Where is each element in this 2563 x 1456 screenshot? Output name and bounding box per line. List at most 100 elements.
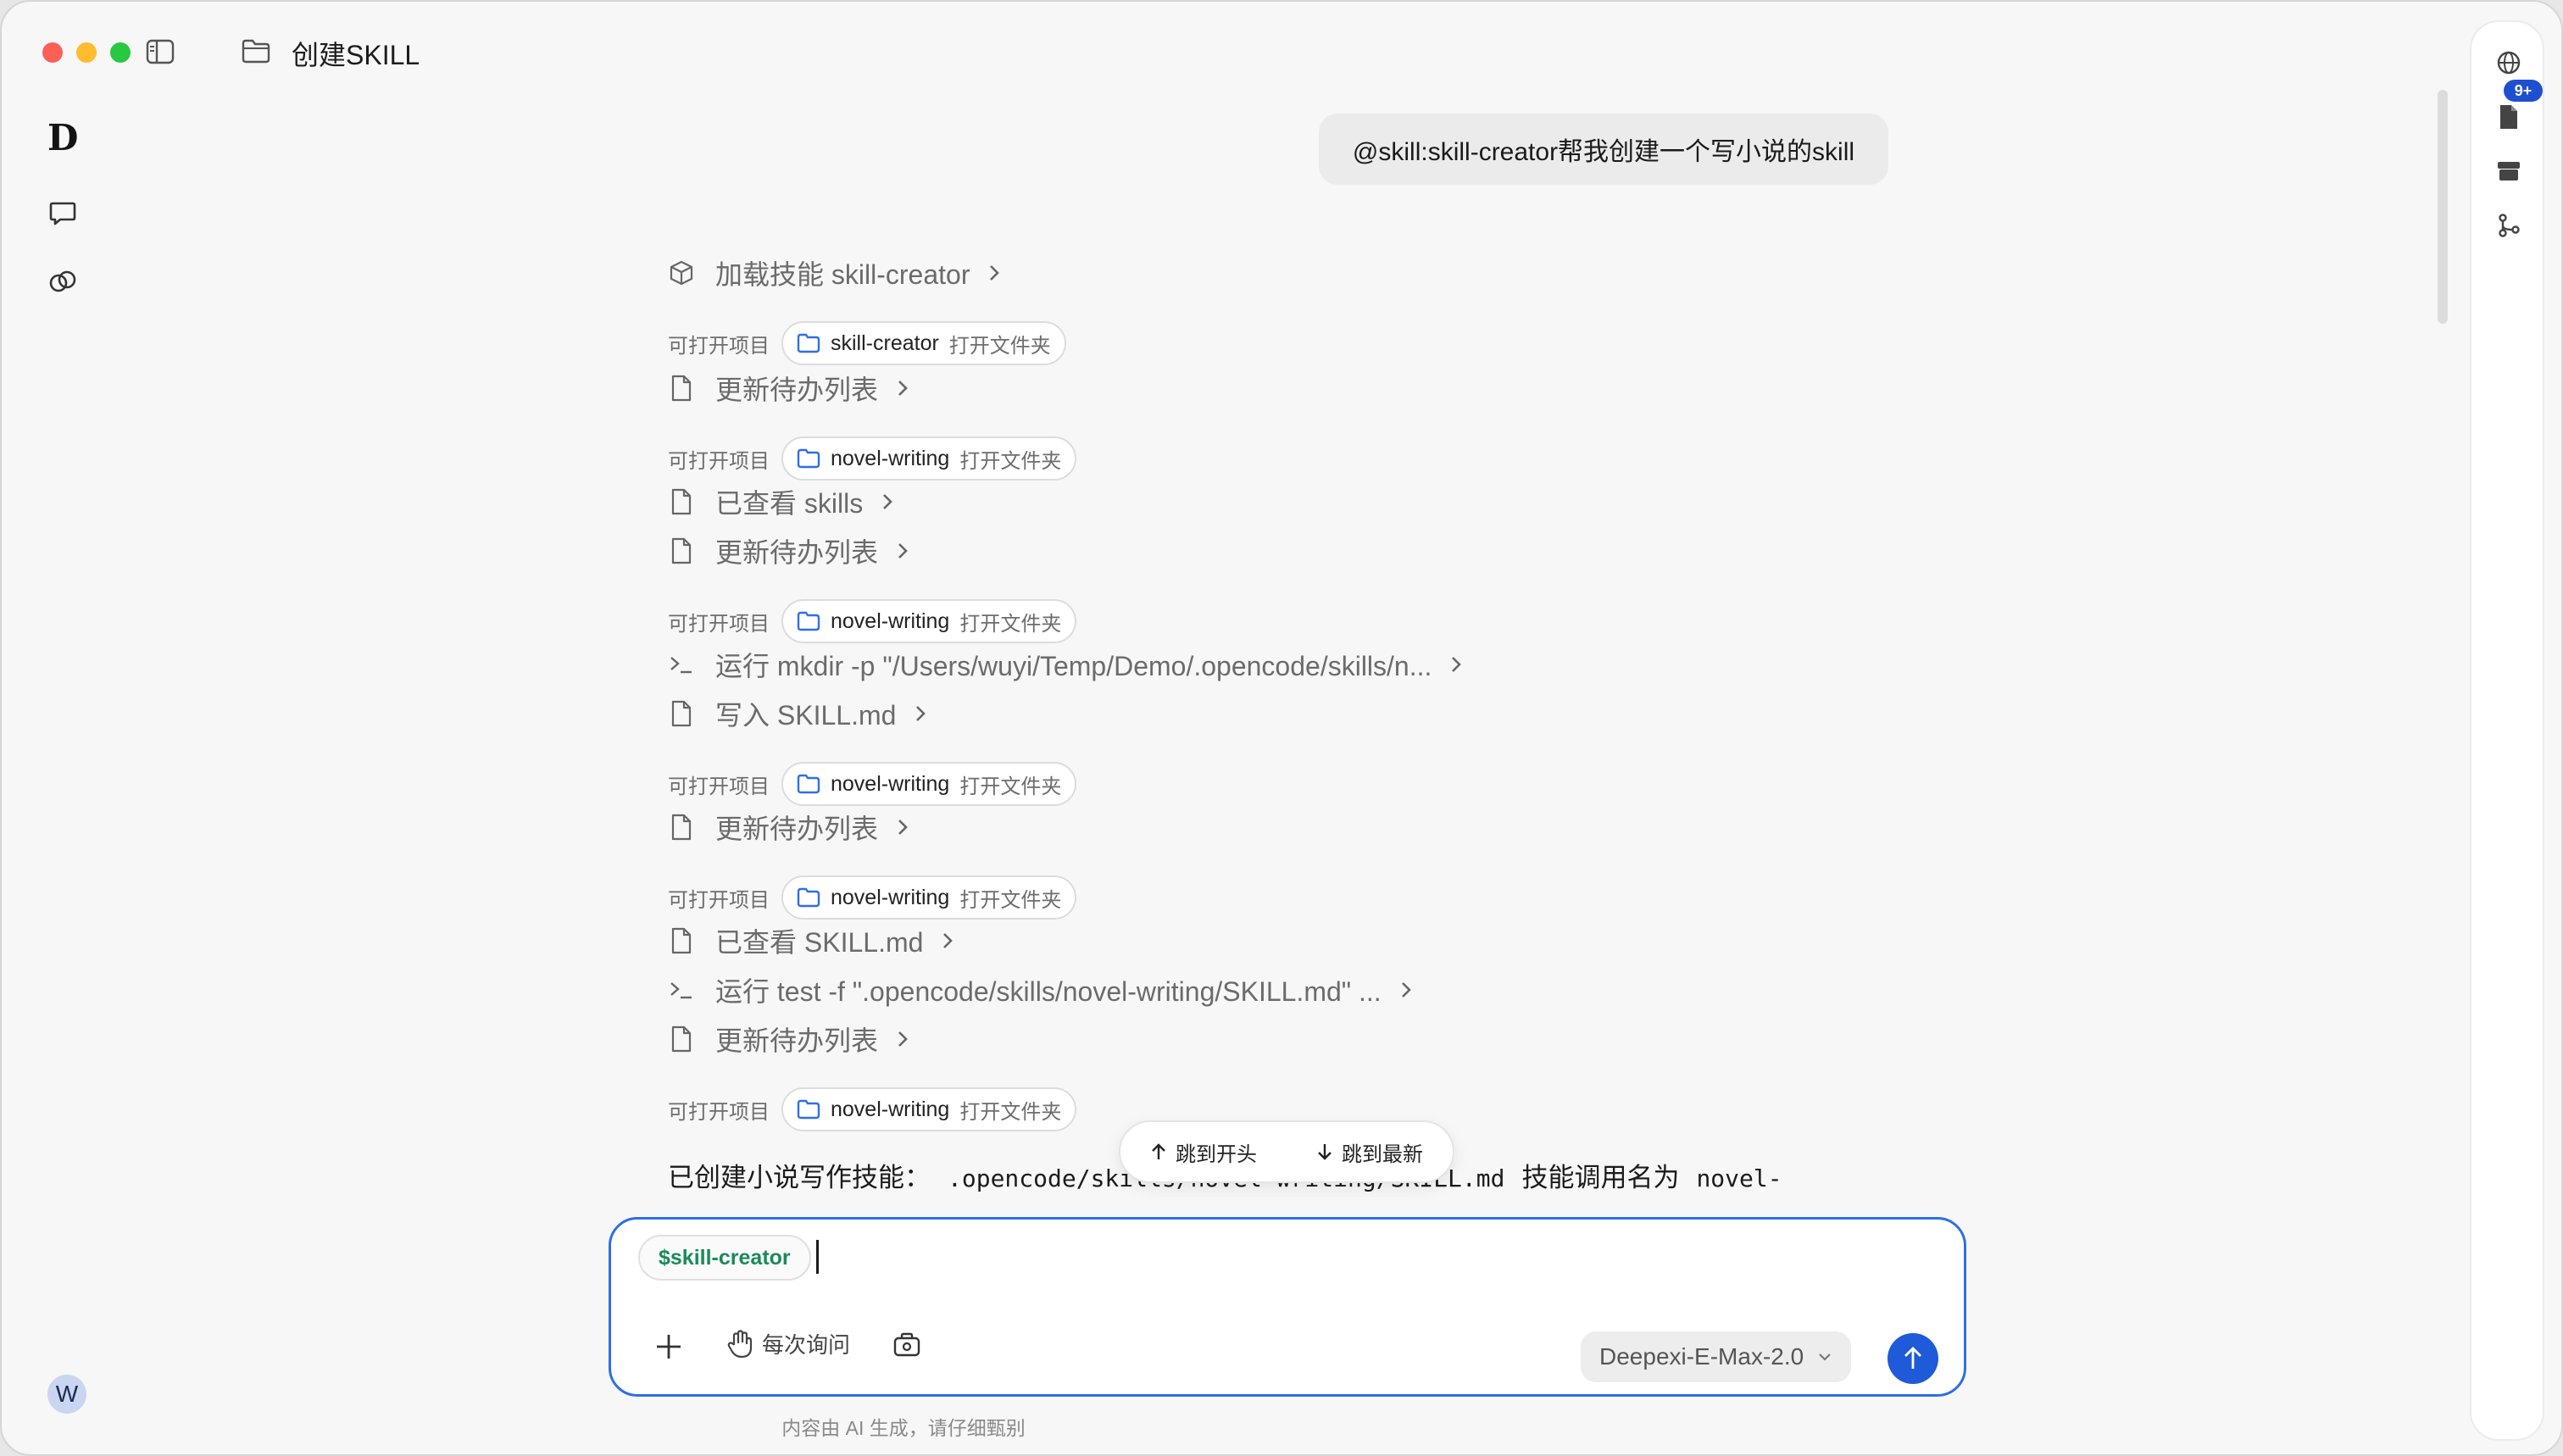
globe-icon[interactable] <box>2494 47 2524 78</box>
project-name: skill-creator <box>831 331 939 355</box>
arrow-up-icon <box>1904 1347 1921 1369</box>
tool-box-icon[interactable] <box>892 1331 923 1362</box>
document-icon[interactable] <box>2494 102 2524 132</box>
folder-icon <box>797 333 820 353</box>
model-name: Deepexi-E-Max-2.0 <box>1599 1343 1804 1370</box>
step-label: 加载技能 skill-creator <box>715 259 970 290</box>
avatar[interactable]: W <box>47 1375 86 1414</box>
sidebar-toggle-icon[interactable] <box>146 39 175 64</box>
project-chip[interactable]: novel-writing 打开文件夹 <box>781 599 1077 643</box>
tool-step[interactable]: 写入 SKILL.md <box>668 695 930 732</box>
cube-icon <box>668 259 695 286</box>
app-logo: D <box>47 117 79 158</box>
tool-step[interactable]: 已查看 skills <box>668 483 897 520</box>
message-text: 已创建小说写作技能： <box>668 1163 931 1192</box>
step-label: 更新待办列表 <box>715 537 879 568</box>
folder-icon <box>797 774 820 794</box>
open-folder-link[interactable]: 打开文件夹 <box>959 770 1061 799</box>
terminal-icon <box>668 976 695 1003</box>
file-icon <box>668 700 695 727</box>
window-controls <box>42 42 131 63</box>
branch-icon[interactable] <box>2494 210 2524 241</box>
project-name: novel-writing <box>831 609 950 633</box>
tool-step[interactable]: 更新待办列表 <box>668 370 912 407</box>
folder-icon <box>241 37 271 64</box>
project-name: novel-writing <box>831 771 950 796</box>
minimize-window-button[interactable] <box>76 42 97 63</box>
close-window-button[interactable] <box>42 42 63 63</box>
page-title: 创建SKILL <box>292 40 420 70</box>
openable-label: 可打开项目 <box>668 888 770 912</box>
link-icon[interactable] <box>46 264 80 298</box>
openable-project-row: 可打开项目 novel-writing 打开文件夹 <box>668 1087 1077 1131</box>
file-icon <box>668 927 695 954</box>
tool-step[interactable]: 更新待办列表 <box>668 1020 912 1058</box>
zoom-window-button[interactable] <box>110 42 131 63</box>
jump-to-top-button[interactable]: 跳到开头 <box>1150 1137 1257 1167</box>
terminal-icon <box>668 651 695 678</box>
message-composer[interactable]: $skill-creator 每次询问 Deepexi-E-Max-2.0 <box>609 1217 1966 1397</box>
step-label: 运行 test -f ".opencode/skills/novel-writi… <box>715 976 1382 1007</box>
scrollbar[interactable] <box>2438 90 2448 324</box>
tool-step[interactable]: 已查看 SKILL.md <box>668 922 957 959</box>
chat-icon[interactable] <box>46 197 80 231</box>
app-window: 创建SKILL D W 9+ @skill:skill-creator帮我创建一… <box>0 0 2563 1456</box>
tool-step[interactable]: 运行 mkdir -p "/Users/wuyi/Temp/Demo/.open… <box>668 646 1465 683</box>
arrow-up-icon <box>1152 1143 1165 1159</box>
ask-mode-label: 每次询问 <box>762 1332 851 1358</box>
open-folder-link[interactable]: 打开文件夹 <box>959 607 1061 636</box>
file-icon <box>668 488 695 515</box>
openable-label: 可打开项目 <box>668 449 770 473</box>
folder-icon <box>797 611 820 631</box>
openable-label: 可打开项目 <box>668 1100 770 1124</box>
skill-chip[interactable]: $skill-creator <box>638 1235 811 1281</box>
step-label: 已查看 skills <box>715 488 864 519</box>
chevron-right-icon <box>897 541 912 561</box>
openable-project-row: 可打开项目 novel-writing 打开文件夹 <box>668 599 1077 643</box>
hand-icon <box>727 1329 753 1358</box>
step-label: 更新待办列表 <box>715 814 879 844</box>
jump-latest-label: 跳到最新 <box>1342 1142 1423 1166</box>
project-chip[interactable]: skill-creator 打开文件夹 <box>781 321 1066 365</box>
step-label: 写入 SKILL.md <box>715 700 897 731</box>
open-folder-link[interactable]: 打开文件夹 <box>949 329 1051 358</box>
project-chip[interactable]: novel-writing 打开文件夹 <box>781 875 1077 920</box>
openable-label: 可打开项目 <box>668 612 770 636</box>
project-name: novel-writing <box>831 885 950 909</box>
archive-icon[interactable] <box>2494 156 2524 186</box>
chevron-right-icon <box>1450 654 1465 675</box>
arrow-down-icon <box>1318 1144 1332 1160</box>
file-icon <box>668 537 695 564</box>
open-folder-link[interactable]: 打开文件夹 <box>959 1095 1061 1125</box>
open-folder-link[interactable]: 打开文件夹 <box>959 444 1061 474</box>
user-message-bubble: @skill:skill-creator帮我创建一个写小说的skill <box>1319 114 1888 185</box>
jump-to-latest-button[interactable]: 跳到最新 <box>1316 1137 1423 1167</box>
project-chip[interactable]: novel-writing 打开文件夹 <box>781 1087 1077 1131</box>
file-icon <box>668 1025 695 1053</box>
ai-disclaimer: 内容由 AI 生成，请仔细甄别 <box>2 1412 2561 1441</box>
ask-mode-button[interactable]: 每次询问 <box>726 1328 850 1359</box>
file-icon <box>668 375 695 402</box>
send-button[interactable] <box>1888 1333 1938 1384</box>
jump-top-label: 跳到开头 <box>1176 1142 1257 1166</box>
openable-label: 可打开项目 <box>668 775 770 798</box>
right-rail <box>2470 20 2544 1441</box>
notification-badge: 9+ <box>2504 80 2543 102</box>
tool-step[interactable]: 更新待办列表 <box>668 532 912 570</box>
tool-step[interactable]: 更新待办列表 <box>668 809 912 846</box>
project-chip[interactable]: novel-writing 打开文件夹 <box>781 436 1077 481</box>
chevron-right-icon <box>942 931 957 951</box>
project-chip[interactable]: novel-writing 打开文件夹 <box>781 762 1077 806</box>
open-folder-link[interactable]: 打开文件夹 <box>959 883 1061 913</box>
add-attachment-button[interactable] <box>653 1331 684 1362</box>
model-select[interactable]: Deepexi-E-Max-2.0 <box>1581 1331 1852 1382</box>
folder-icon <box>797 887 820 908</box>
openable-label: 可打开项目 <box>668 334 770 358</box>
chevron-down-icon <box>1819 1353 1831 1361</box>
text-caret <box>816 1240 819 1274</box>
openable-project-row: 可打开项目 skill-creator 打开文件夹 <box>668 321 1066 365</box>
tool-step[interactable]: 加载技能 skill-creator <box>668 254 1004 292</box>
folder-icon <box>797 448 820 469</box>
step-label: 更新待办列表 <box>715 375 879 405</box>
tool-step[interactable]: 运行 test -f ".opencode/skills/novel-writi… <box>668 971 1415 1009</box>
